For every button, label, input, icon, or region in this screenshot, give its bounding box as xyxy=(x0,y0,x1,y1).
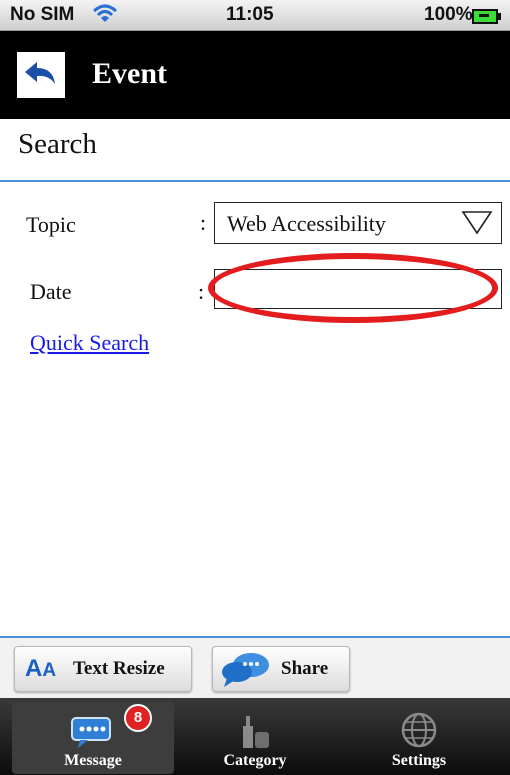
topic-select-value: Web Accessibility xyxy=(227,211,386,236)
tab-settings-label: Settings xyxy=(391,752,447,769)
topic-colon: : xyxy=(200,210,207,235)
text-resize-icon: AA xyxy=(25,655,57,682)
title-bar: Event xyxy=(0,31,510,119)
section-title: Search xyxy=(18,128,97,160)
tab-category[interactable]: Category xyxy=(174,702,336,774)
share-button[interactable]: Share xyxy=(212,646,350,692)
battery-percent: 100% xyxy=(424,4,473,25)
topic-select[interactable]: Web Accessibility xyxy=(214,202,502,244)
topic-label: Topic xyxy=(26,212,76,237)
unread-badge: 8 xyxy=(124,704,152,732)
back-arrow-icon xyxy=(25,62,55,84)
text-resize-label: Text Resize xyxy=(73,658,165,679)
status-bar: No SIM 11:05 100% xyxy=(0,0,510,31)
tab-bar: 8 Message Category Settings xyxy=(0,698,510,775)
share-label: Share xyxy=(281,658,329,679)
date-colon: : xyxy=(198,279,205,304)
back-button[interactable] xyxy=(17,52,65,98)
page-title: Event xyxy=(92,57,167,90)
battery-icon xyxy=(472,9,501,24)
tab-settings[interactable]: Settings xyxy=(338,702,500,774)
building-icon xyxy=(233,710,277,755)
share-bubble-icon xyxy=(221,650,271,693)
tab-message-label: Message xyxy=(64,752,122,769)
tab-message[interactable]: 8 Message xyxy=(12,702,174,774)
wifi-icon xyxy=(92,4,118,30)
highlight-ellipse xyxy=(208,253,498,323)
quick-search-link[interactable]: Quick Search xyxy=(30,330,149,356)
dropdown-triangle-icon xyxy=(461,209,493,240)
message-bubble-icon xyxy=(68,710,118,755)
text-resize-button[interactable]: AA Text Resize xyxy=(14,646,192,692)
section-divider xyxy=(0,180,510,182)
tab-category-label: Category xyxy=(223,752,287,769)
date-label: Date xyxy=(30,279,72,304)
toolbar: AA Text Resize Share xyxy=(0,638,510,698)
clock: 11:05 xyxy=(226,4,274,25)
globe-icon xyxy=(399,710,439,755)
carrier-label: No SIM xyxy=(10,4,75,25)
